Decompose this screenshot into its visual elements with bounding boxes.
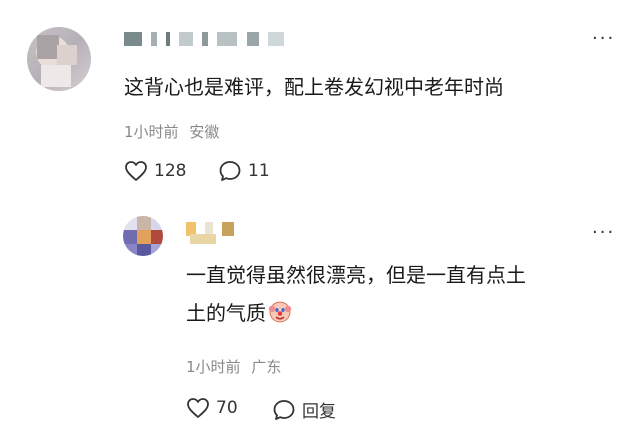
reply-avatar[interactable] bbox=[123, 216, 163, 256]
comment-bubble-icon bbox=[219, 161, 241, 181]
reply-more-options-button[interactable]: ··· bbox=[592, 224, 615, 242]
comment-location: 安徽 bbox=[189, 123, 220, 141]
reply-location: 广东 bbox=[251, 358, 282, 376]
reply-username-blurred-lower bbox=[190, 234, 216, 244]
avatar[interactable] bbox=[27, 27, 91, 91]
reply-like-button[interactable]: 70 bbox=[186, 397, 238, 419]
reply-count-button[interactable]: 11 bbox=[218, 160, 270, 182]
heart-icon bbox=[125, 161, 147, 181]
reply-count: 11 bbox=[248, 161, 270, 181]
reply-text: 一直觉得虽然很漂亮，但是一直有点土 土的气质 bbox=[186, 261, 626, 327]
more-dots-icon: ··· bbox=[592, 222, 616, 243]
comment-bubble-icon bbox=[273, 399, 295, 420]
reply-reply-button[interactable]: 回复 bbox=[272, 397, 336, 422]
clown-face-icon bbox=[268, 301, 292, 323]
reply-meta: 1小时前 广东 bbox=[186, 356, 281, 377]
like-button[interactable]: 128 bbox=[124, 160, 186, 182]
reply-text-line1: 一直觉得虽然很漂亮，但是一直有点土 bbox=[186, 263, 526, 287]
username-blurred[interactable] bbox=[124, 32, 288, 46]
reply-like-count: 70 bbox=[216, 398, 238, 418]
reply-label: 回复 bbox=[302, 402, 336, 422]
more-dots-icon: ··· bbox=[592, 28, 616, 49]
more-options-button[interactable]: ··· bbox=[592, 30, 615, 48]
reply-time: 1小时前 bbox=[186, 358, 241, 376]
heart-icon bbox=[187, 398, 209, 418]
reply-text-line2: 土的气质 bbox=[186, 299, 626, 327]
comment-time: 1小时前 bbox=[124, 123, 179, 141]
like-count: 128 bbox=[154, 161, 187, 181]
comment-meta: 1小时前 安徽 bbox=[124, 121, 219, 142]
comment-text: 这背心也是难评，配上卷发幻视中老年时尚 bbox=[124, 75, 504, 99]
